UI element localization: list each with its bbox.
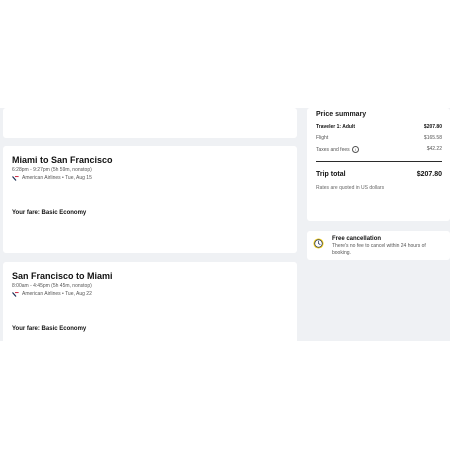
taxes-label: Taxes and fees <box>316 146 350 153</box>
flight-amount: $165.58 <box>423 135 442 141</box>
fare-label: Your fare: Basic Economy <box>12 210 87 216</box>
trip-card-outbound: Miami to San Francisco 6:28pm - 9:27pm (… <box>3 146 297 253</box>
traveler-amount: $207.80 <box>423 124 442 130</box>
trip-card-return: San Francisco to Miami 8:00am - 4:45pm (… <box>3 262 297 341</box>
trip-title: San Francisco to Miami <box>12 271 113 281</box>
trip-times: 6:28pm - 9:27pm (5h 59m, nonstop) <box>12 167 92 173</box>
currency-note: Rates are quoted in US dollars <box>316 185 385 191</box>
trip-total-label: Trip total <box>316 171 346 178</box>
checkout-area: Miami to San Francisco 6:28pm - 9:27pm (… <box>0 108 450 341</box>
trip-airline-label: American Airlines • Tue, Aug 15 <box>22 175 92 181</box>
price-summary-card: Price summary Traveler 1: Adult $207.80 … <box>307 108 450 221</box>
trip-times: 8:00am - 4:45pm (5h 45m, nonstop) <box>12 283 92 289</box>
trip-airline-row: American Airlines • Tue, Aug 15 <box>12 175 92 181</box>
taxes-row: Taxes and fees i $42.22 <box>316 146 442 153</box>
fare-label: Your fare: Basic Economy <box>12 326 87 332</box>
divider <box>316 161 442 162</box>
taxes-label-group: Taxes and fees i <box>316 146 359 153</box>
taxes-amount: $42.22 <box>426 146 442 152</box>
traveler-row: Traveler 1: Adult $207.80 <box>316 124 442 130</box>
trip-title: Miami to San Francisco <box>12 155 113 165</box>
free-cancellation-title: Free cancellation <box>332 236 382 242</box>
trip-total-amount: $207.80 <box>416 171 442 178</box>
free-cancellation-text: There's no fee to cancel within 24 hours… <box>332 243 426 256</box>
free-cancellation-card: Free cancellation There's no fee to canc… <box>307 231 450 260</box>
flight-row: Flight $165.58 <box>316 135 442 141</box>
traveler-label: Traveler 1: Adult <box>316 124 355 130</box>
trip-airline-row: American Airlines • Tue, Aug 22 <box>12 291 92 297</box>
info-icon[interactable]: i <box>351 146 359 153</box>
trip-total-row: Trip total $207.80 <box>316 171 442 178</box>
clock-icon <box>313 238 324 249</box>
price-summary-title: Price summary <box>316 111 367 118</box>
previous-card <box>3 108 297 138</box>
flight-label: Flight <box>316 135 329 141</box>
american-airlines-logo-icon <box>12 175 19 181</box>
american-airlines-logo-icon <box>12 291 19 297</box>
trip-airline-label: American Airlines • Tue, Aug 22 <box>22 291 92 297</box>
